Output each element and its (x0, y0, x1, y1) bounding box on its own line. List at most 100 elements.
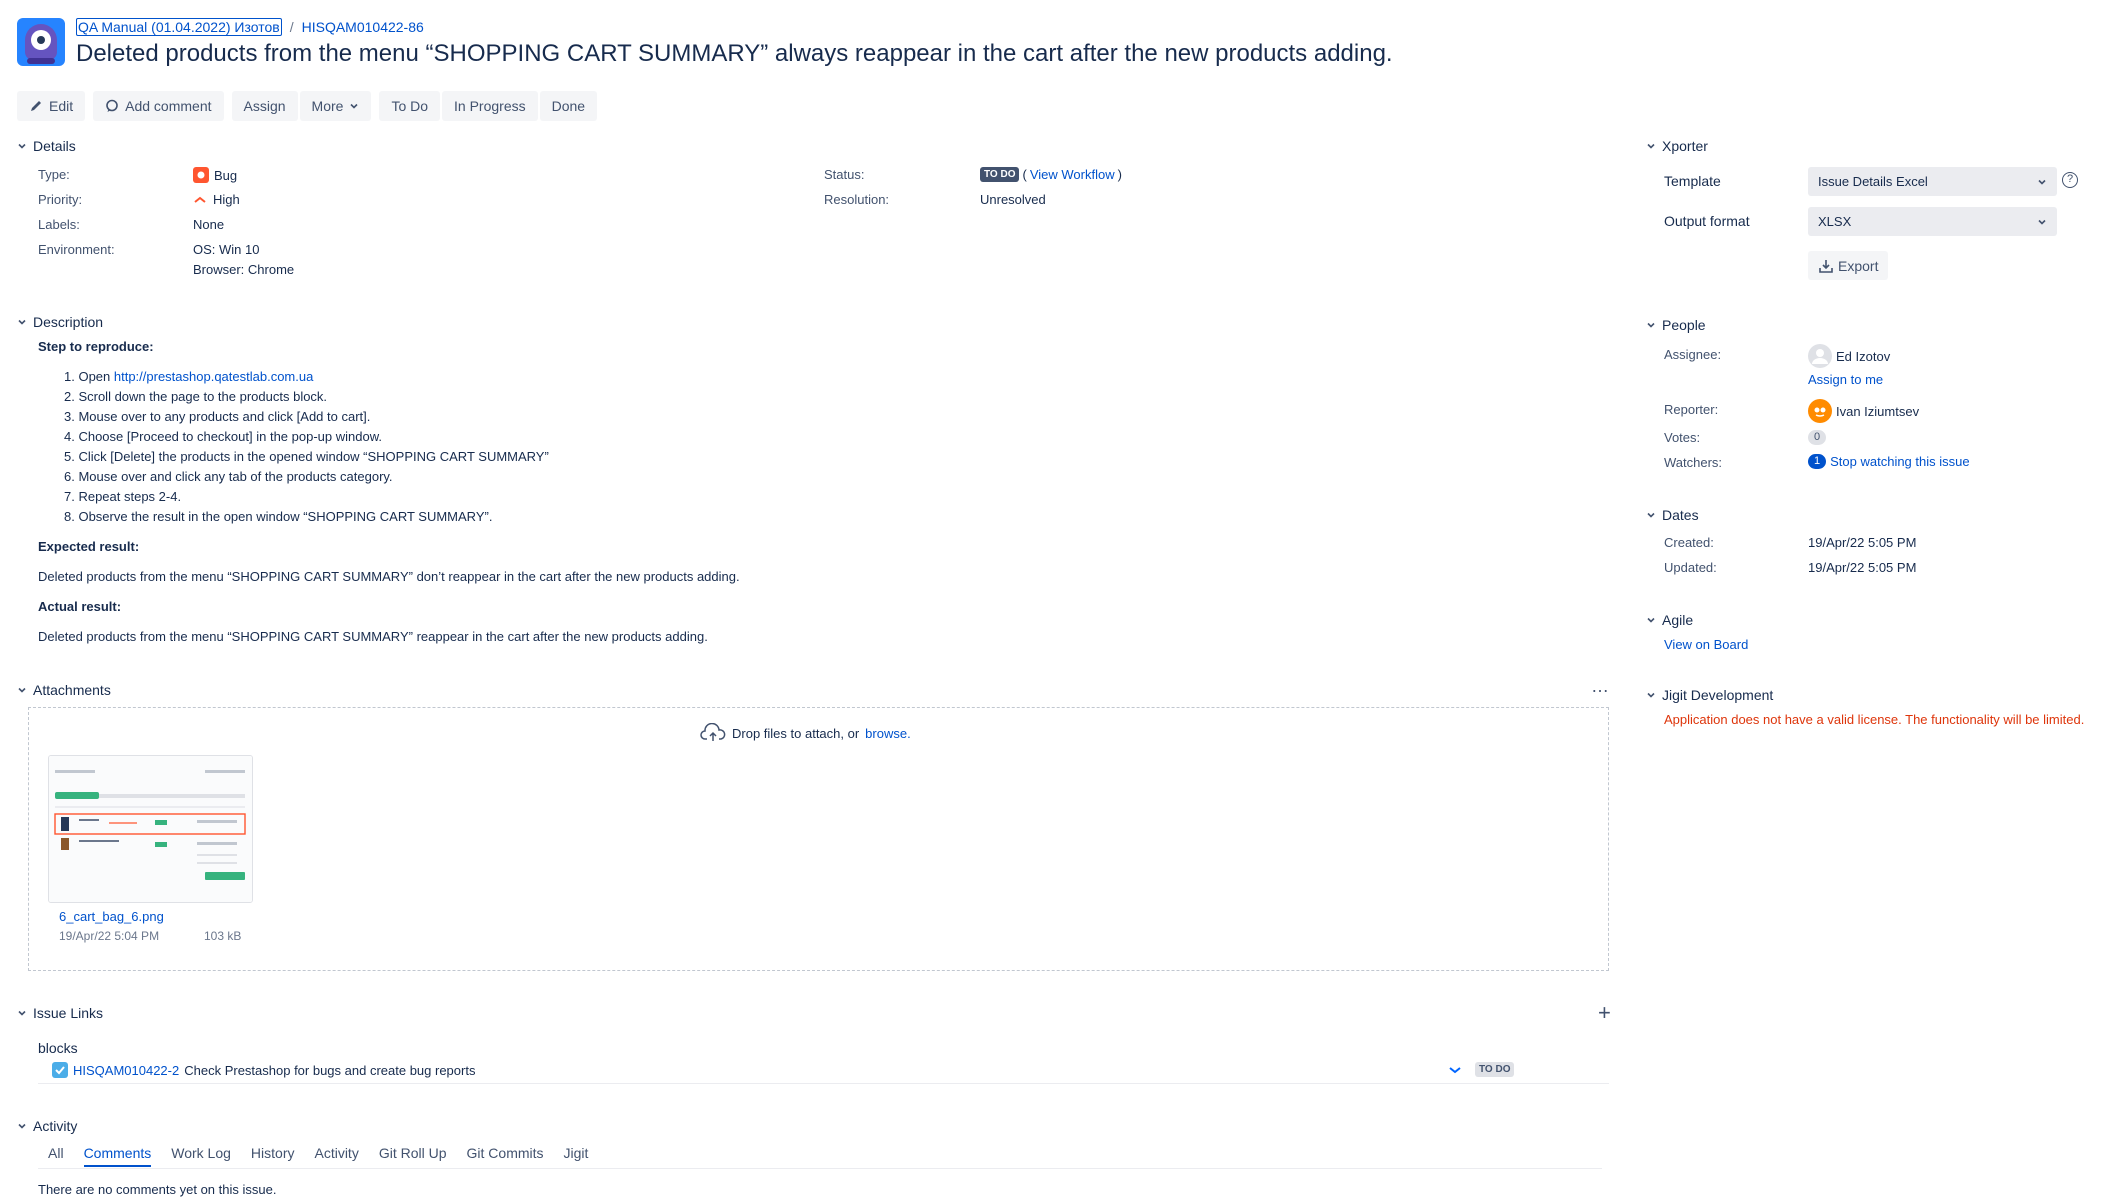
issue-links-divider (38, 1083, 1609, 1084)
step-2: 2. Scroll down the page to the products … (64, 389, 328, 404)
updated-value: 19/Apr/22 5:05 PM (1808, 560, 1917, 575)
tab-all[interactable]: All (48, 1145, 64, 1167)
export-button-label: Export (1838, 257, 1879, 274)
link-relation-label: blocks (38, 1040, 78, 1056)
chevron-down-icon (18, 319, 26, 325)
chevron-down-icon (350, 103, 359, 109)
assign-to-me-link[interactable]: Assign to me (1808, 372, 1883, 387)
help-icon[interactable]: ? (2062, 172, 2078, 188)
output-format-select-value: XLSX (1818, 214, 1852, 229)
view-workflow-close-paren: ) (1117, 167, 1122, 182)
breadcrumb-project-link[interactable]: QA Manual (01.04.2022) Изотов (76, 18, 282, 36)
watchers-value: 1 Stop watching this issue (1808, 454, 1970, 469)
breadcrumb-separator: / (289, 19, 294, 35)
tab-activity[interactable]: Activity (314, 1145, 358, 1167)
tab-jigit[interactable]: Jigit (564, 1145, 589, 1167)
jigit-section-header[interactable]: Jigit Development (1646, 687, 1773, 703)
actual-heading: Actual result: (38, 599, 122, 614)
agile-section-header[interactable]: Agile (1646, 612, 1693, 628)
jigit-license-error: Application does not have a valid licens… (1664, 712, 2085, 727)
chevron-down-icon (1647, 143, 1655, 149)
priority-high-icon (194, 196, 206, 203)
details-section-header[interactable]: Details (17, 138, 76, 154)
description-heading: Description (33, 314, 104, 330)
template-select[interactable]: Issue Details Excel (1808, 167, 2057, 196)
step-1-text: 1. Open (64, 369, 114, 384)
assign-button[interactable]: Assign (231, 91, 298, 121)
attachments-heading: Attachments (33, 682, 111, 698)
activity-section-header[interactable]: Activity (17, 1118, 77, 1134)
activity-tabs: All Comments Work Log History Activity G… (48, 1145, 588, 1167)
dates-heading: Dates (1662, 507, 1699, 523)
type-value: Bug (193, 167, 237, 183)
tab-history[interactable]: History (251, 1145, 295, 1167)
prestashop-link[interactable]: http://prestashop.qatestlab.com.ua (114, 369, 313, 384)
bug-icon (193, 167, 209, 183)
view-on-board-link[interactable]: View on Board (1664, 637, 1748, 652)
done-transition-button[interactable]: Done (539, 91, 598, 121)
chevron-down-icon (18, 1123, 26, 1129)
template-select-value: Issue Details Excel (1818, 174, 1928, 189)
assignee-value[interactable]: Ed Izotov (1808, 344, 1890, 368)
output-format-select[interactable]: XLSX (1808, 207, 2057, 236)
dates-section-header[interactable]: Dates (1646, 507, 1699, 523)
issue-links-heading: Issue Links (33, 1005, 104, 1021)
tab-git-commits[interactable]: Git Commits (467, 1145, 544, 1167)
status-lozenge: TO DO (980, 167, 1020, 182)
created-label: Created: (1664, 535, 1714, 550)
todo-transition-button[interactable]: To Do (379, 91, 441, 121)
reporter-avatar (1808, 399, 1832, 423)
stop-watching-link[interactable]: Stop watching this issue (1830, 454, 1969, 469)
browse-link[interactable]: browse. (865, 726, 911, 741)
step-8: 8. Observe the result in the open window… (64, 509, 493, 524)
edit-button-label: Edit (49, 98, 74, 114)
linked-issue-row: HISQAM010422-2 Check Prestashop for bugs… (52, 1062, 475, 1078)
watchers-count[interactable]: 1 (1808, 454, 1827, 469)
in-progress-transition-button[interactable]: In Progress (442, 91, 538, 121)
step-6: 6. Mouse over and click any tab of the p… (64, 469, 393, 484)
template-label: Template (1664, 173, 1721, 189)
task-checkbox-icon (52, 1062, 68, 1078)
votes-count[interactable]: 0 (1808, 430, 1827, 445)
view-workflow-link[interactable]: View Workflow (1030, 167, 1115, 182)
step-3: 3. Mouse over to any products and click … (64, 409, 371, 424)
default-avatar-icon (1808, 344, 1832, 368)
chevron-down-icon (18, 1010, 26, 1016)
add-comment-button[interactable]: Add comment (93, 91, 224, 121)
xporter-section-header[interactable]: Xporter (1646, 138, 1708, 154)
votes-label: Votes: (1664, 430, 1701, 445)
reporter-value[interactable]: Ivan Iziumtsev (1808, 399, 1919, 423)
issue-links-section-header[interactable]: Issue Links (17, 1005, 103, 1021)
watchers-label: Watchers: (1664, 455, 1723, 470)
priority-value: High (193, 192, 240, 207)
chevron-down-icon (2038, 179, 2046, 185)
tab-work-log[interactable]: Work Log (171, 1145, 231, 1167)
labels-value[interactable]: None (193, 217, 224, 232)
people-section-header[interactable]: People (1646, 317, 1706, 333)
tab-git-roll-up[interactable]: Git Roll Up (379, 1145, 447, 1167)
breadcrumb-issue-link[interactable]: HISQAM010422-86 (302, 19, 424, 35)
steps-heading: Step to reproduce: (38, 339, 154, 354)
attachments-more-button[interactable]: … (1591, 676, 1609, 697)
description-section-header[interactable]: Description (17, 314, 103, 330)
people-heading: People (1662, 317, 1706, 333)
add-issue-link-button[interactable]: + (1598, 1000, 1611, 1026)
tab-comments[interactable]: Comments (83, 1145, 152, 1167)
environment-line-2: Browser: Chrome (193, 262, 295, 277)
more-button[interactable]: More (299, 91, 372, 121)
drop-files-hint: Drop files to attach, or browse. (700, 723, 911, 743)
project-avatar[interactable] (17, 18, 65, 66)
export-button[interactable]: Export (1808, 251, 1889, 280)
page-title[interactable]: Deleted products from the menu “SHOPPING… (76, 40, 1393, 68)
linked-issue-key[interactable]: HISQAM010422-2 (73, 1063, 179, 1078)
attachments-dropzone[interactable] (28, 707, 1609, 971)
attachment-preview-image (49, 756, 252, 902)
attachment-file-name[interactable]: 6_cart_bag_6.png (59, 909, 164, 924)
status-value: TO DO (View Workflow) (980, 167, 1122, 182)
attachment-thumbnail[interactable] (48, 755, 253, 903)
attachment-size: 103 kB (204, 929, 242, 943)
attachments-section-header[interactable]: Attachments (17, 682, 111, 698)
chevron-down-icon (1647, 512, 1655, 518)
pencil-icon (31, 101, 41, 111)
edit-button[interactable]: Edit (17, 91, 86, 121)
